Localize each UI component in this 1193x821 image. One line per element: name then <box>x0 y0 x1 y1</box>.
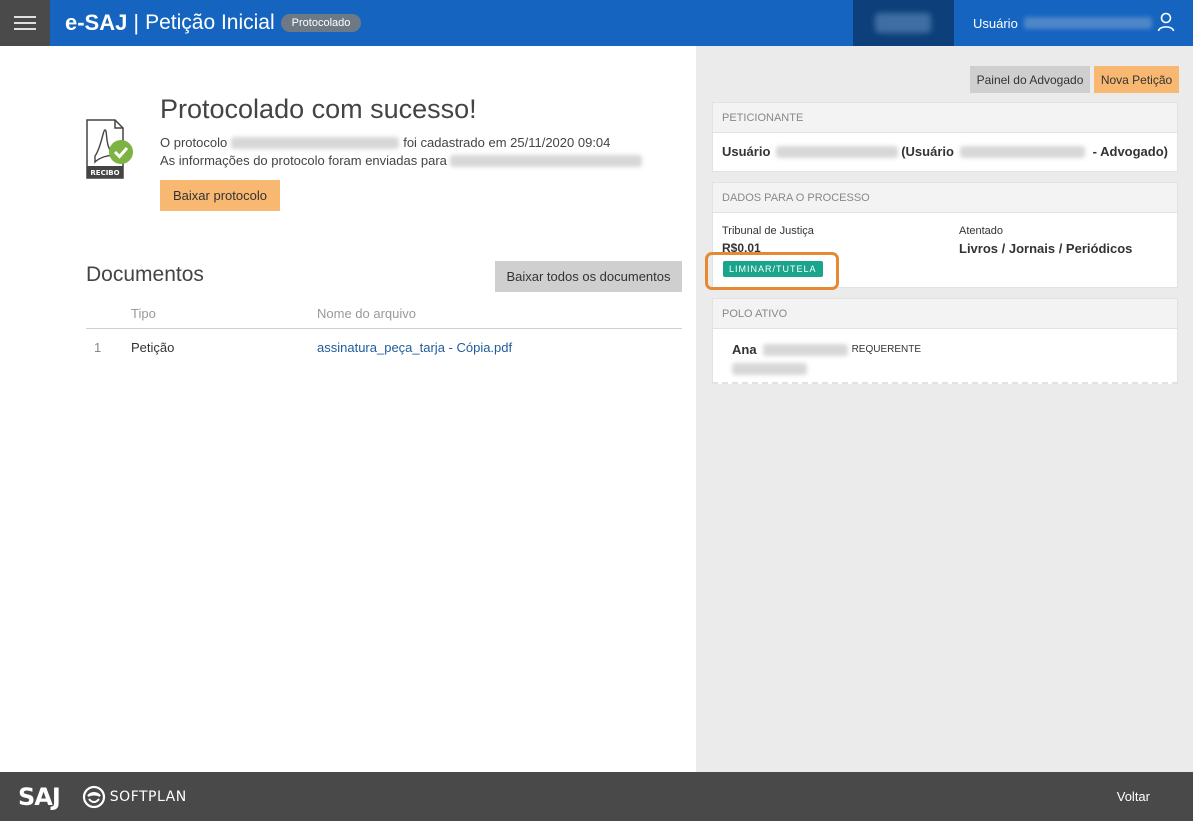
main-content: RECIBO Protocolado com sucesso! O protoc… <box>0 46 696 772</box>
redacted-protocol-number <box>231 136 400 149</box>
court-label: Tribunal de Justiça <box>722 225 814 237</box>
row-filename-cell: assinatura_peça_tarja - Cópia.pdf <box>317 328 682 366</box>
documents-title: Documentos <box>86 263 204 286</box>
process-data-card: DADOS PARA O PROCESSO Tribunal de Justiç… <box>712 182 1178 288</box>
success-title: Protocolado com sucesso! <box>160 94 477 124</box>
redacted-email <box>449 154 642 167</box>
active-pole-party: Ana REQUERENTE <box>713 329 1177 391</box>
page-title: Petição Inicial <box>145 11 275 34</box>
court-value: R$0,01 <box>722 241 761 255</box>
petitioner-user-label: Usuário <box>722 144 771 159</box>
softplan-logo-text: SOFTPLAN <box>109 788 187 805</box>
column-filename: Nome do arquivo <box>317 300 682 329</box>
brand-separator: | <box>133 10 140 35</box>
back-link[interactable]: Voltar <box>1117 789 1150 804</box>
petitioner-line: Usuário (Usuário - Advogado) <box>713 133 1177 170</box>
column-number <box>86 300 131 329</box>
redacted-petitioner-username <box>959 145 1085 158</box>
email-info-line: As informações do protocolo foram enviad… <box>160 153 642 168</box>
protocol-suffix: foi cadastrado em 25/11/2020 09:04 <box>403 135 611 150</box>
redacted-petitioner-name <box>776 145 899 158</box>
header-blurred-area[interactable] <box>853 0 954 46</box>
footer: SAJ SOFTPLAN Voltar <box>0 772 1193 821</box>
download-protocol-button[interactable]: Baixar protocolo <box>160 180 280 211</box>
redacted-party-surname <box>762 343 848 356</box>
protocol-info-line: O protocolo foi cadastrado em 25/11/2020… <box>160 135 610 150</box>
status-badge: Protocolado <box>280 14 362 32</box>
receipt-pdf-icon: RECIBO <box>86 119 133 179</box>
table-row: 1 Petição assinatura_peça_tarja - Cópia.… <box>86 328 682 366</box>
softplan-logo-icon <box>82 785 105 808</box>
download-all-documents-button[interactable]: Baixar todos os documentos <box>495 261 682 292</box>
softplan-logo: SOFTPLAN <box>82 785 187 809</box>
info-text: As informações do protocolo foram enviad… <box>160 153 447 168</box>
active-pole-card: POLO ATIVO Ana REQUERENTE <box>712 298 1178 384</box>
row-number: 1 <box>94 339 102 355</box>
hamburger-menu-icon[interactable] <box>0 0 50 46</box>
column-type: Tipo <box>131 300 317 329</box>
documents-table: Tipo Nome do arquivo 1 Petição assinatur… <box>86 300 682 366</box>
redacted-party-document <box>732 363 807 375</box>
party-name: Ana <box>732 342 757 357</box>
saj-logo: SAJ <box>18 782 61 811</box>
user-icon[interactable] <box>1157 12 1175 32</box>
party-role: REQUERENTE <box>851 344 922 355</box>
liminar-tutela-badge: LIMINAR/TUTELA <box>723 261 823 277</box>
active-pole-header: POLO ATIVO <box>713 299 1177 329</box>
subject-label: Atentado <box>959 225 1004 237</box>
petitioner-card: PETICIONANTE Usuário (Usuário - Advogado… <box>712 102 1178 172</box>
user-menu[interactable]: Usuário <box>954 0 1193 46</box>
receipt-icon-label: RECIBO <box>90 169 119 177</box>
side-panel: Painel do Advogado Nova Petição PETICION… <box>696 46 1193 772</box>
brand-logo[interactable]: e-SAJ <box>65 10 127 36</box>
subject-value: Livros / Jornais / Periódicos <box>959 241 1133 256</box>
row-type: Petição <box>131 339 175 355</box>
top-header: e-SAJ | Petição Inicial Protocolado Usuá… <box>0 0 1193 46</box>
table-header-row: Tipo Nome do arquivo <box>86 300 682 329</box>
file-link[interactable]: assinatura_peça_tarja - Cópia.pdf <box>317 340 512 355</box>
lawyer-panel-button[interactable]: Painel do Advogado <box>970 66 1090 93</box>
redacted-user-name <box>1023 17 1152 29</box>
petitioner-role: - Advogado) <box>1092 144 1168 159</box>
petitioner-header: PETICIONANTE <box>713 103 1177 133</box>
new-petition-button[interactable]: Nova Petição <box>1094 66 1179 93</box>
petitioner-paren-label: (Usuário <box>901 144 954 159</box>
protocol-prefix: O protocolo <box>160 135 228 150</box>
user-label: Usuário <box>973 15 1018 31</box>
process-data-header: DADOS PARA O PROCESSO <box>713 183 1177 213</box>
